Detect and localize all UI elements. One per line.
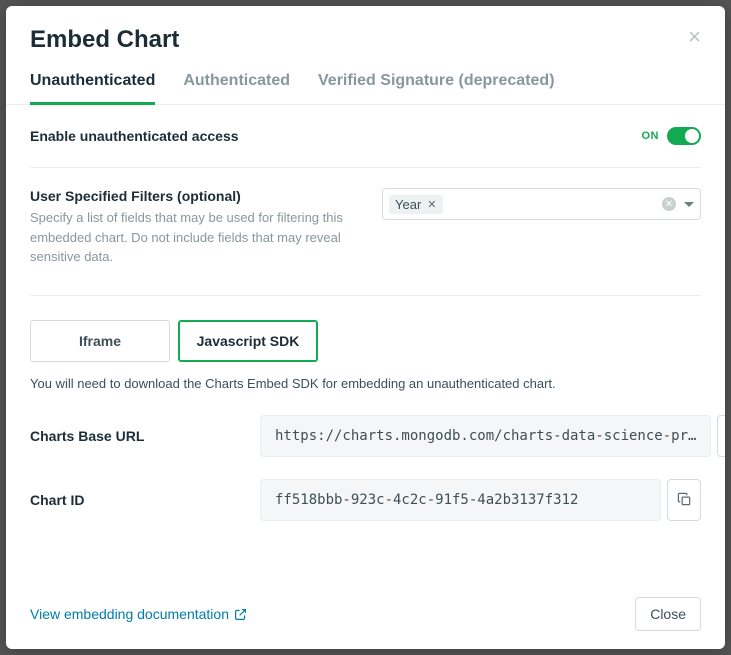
embed-mode-segment: Iframe Javascript SDK (30, 296, 701, 376)
base-url-row: Charts Base URL https://charts.mongodb.c… (30, 415, 701, 479)
access-toggle-wrap: ON (642, 127, 702, 145)
documentation-link[interactable]: View embedding documentation (30, 606, 247, 622)
filter-chip-year: Year ✕ (389, 195, 443, 214)
filters-input[interactable]: Year ✕ ✕ (382, 188, 701, 220)
filter-chip-label: Year (395, 197, 421, 212)
close-button[interactable]: Close (635, 597, 701, 631)
close-icon[interactable]: × (688, 26, 701, 48)
segment-js-sdk[interactable]: Javascript SDK (178, 320, 318, 362)
tab-unauthenticated[interactable]: Unauthenticated (30, 72, 155, 105)
modal-body: Enable unauthenticated access ON User Sp… (6, 105, 725, 582)
tab-bar: Unauthenticated Authenticated Verified S… (6, 54, 725, 105)
segment-iframe[interactable]: Iframe (30, 320, 170, 362)
tab-authenticated[interactable]: Authenticated (183, 72, 290, 105)
filters-row: User Specified Filters (optional) Specif… (30, 168, 701, 296)
chip-remove-icon[interactable]: ✕ (427, 198, 436, 211)
chart-id-row: Chart ID ff518bbb-923c-4c2c-91f5-4a2b313… (30, 479, 701, 543)
base-url-label: Charts Base URL (30, 428, 260, 444)
modal-header: Embed Chart × (6, 6, 725, 54)
documentation-link-text: View embedding documentation (30, 606, 229, 622)
copy-icon (677, 492, 692, 507)
toggle-state-text: ON (642, 130, 660, 142)
filters-controls: ✕ (662, 197, 694, 211)
modal-title: Embed Chart (30, 26, 179, 54)
embed-chart-modal: Embed Chart × Unauthenticated Authentica… (6, 6, 725, 649)
access-toggle[interactable] (667, 127, 701, 145)
modal-footer: View embedding documentation Close (6, 582, 725, 649)
access-label: Enable unauthenticated access (30, 128, 239, 144)
tab-verified-signature[interactable]: Verified Signature (deprecated) (318, 72, 555, 105)
copy-base-url-button[interactable] (717, 415, 725, 457)
chart-id-label: Chart ID (30, 492, 260, 508)
access-row: Enable unauthenticated access ON (30, 105, 701, 168)
external-link-icon (234, 608, 247, 621)
filters-title: User Specified Filters (optional) (30, 188, 370, 204)
copy-chart-id-button[interactable] (667, 479, 701, 521)
chart-id-value[interactable]: ff518bbb-923c-4c2c-91f5-4a2b3137f312 (260, 479, 661, 521)
sdk-note: You will need to download the Charts Emb… (30, 376, 701, 415)
filters-description-block: User Specified Filters (optional) Specif… (30, 188, 370, 267)
clear-all-icon[interactable]: ✕ (662, 197, 676, 211)
base-url-value[interactable]: https://charts.mongodb.com/charts-data-s… (260, 415, 711, 457)
filters-desc: Specify a list of fields that may be use… (30, 208, 370, 267)
chevron-down-icon[interactable] (684, 202, 694, 207)
